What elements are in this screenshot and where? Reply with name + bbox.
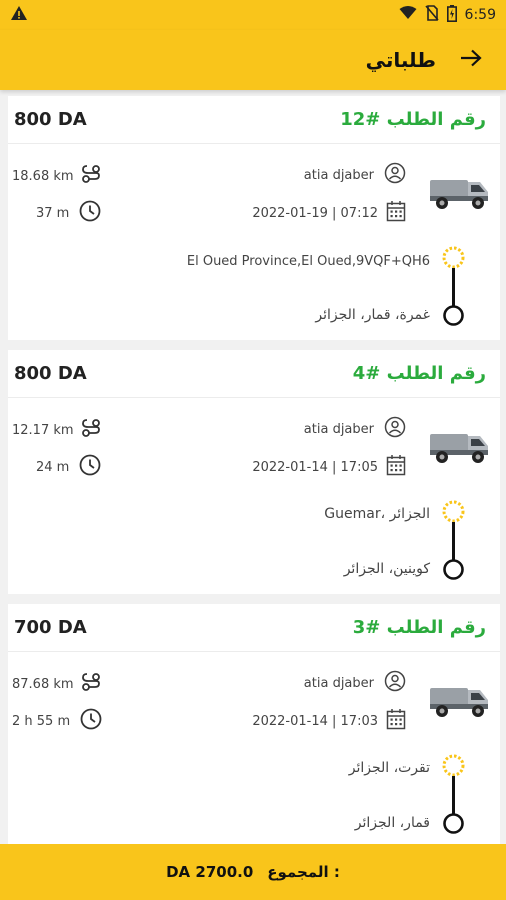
total-label: المجموع : (267, 863, 340, 881)
date-row: 2022-01-14 | 17:05 (252, 454, 406, 480)
clock-icon (79, 454, 101, 480)
order-card-header: 800 DA رقم الطلب #12 (8, 96, 500, 144)
distance-row: 87.68 km (12, 671, 102, 697)
battery-icon (446, 4, 457, 26)
calendar-icon (386, 200, 406, 226)
app-bar: طلباتي (0, 30, 506, 90)
origin-row: Guemar، الجزائر (324, 506, 430, 522)
origin-address: Guemar، الجزائر (324, 506, 430, 522)
order-card[interactable]: 800 DA رقم الطلب #4 atia djaber 2022-01-… (8, 350, 500, 594)
order-duration: 37 m (36, 205, 70, 221)
route-icon (80, 671, 102, 697)
order-distance: 18.68 km (12, 168, 74, 184)
route-timeline (442, 754, 465, 834)
order-number: رقم الطلب #12 (340, 109, 486, 130)
destination-row: كوينين، الجزائر (344, 561, 430, 577)
date-row: 2022-01-14 | 17:03 (252, 708, 406, 734)
origin-row: El Oued Province,El Oued,9VQF+QH6 (187, 254, 430, 269)
status-bar: 6:59 (0, 0, 506, 30)
order-price: 800 DA (14, 109, 87, 130)
clock-icon (80, 708, 102, 734)
order-distance: 87.68 km (12, 676, 74, 692)
truck-icon (428, 674, 492, 722)
wifi-icon (399, 6, 417, 24)
order-card-body: atia djaber 2022-01-19 | 07:12 18.68 km (8, 144, 500, 340)
order-duration: 24 m (36, 459, 70, 475)
destination-address: كوينين، الجزائر (343, 561, 430, 577)
order-card-header: 700 DA رقم الطلب #3 (8, 604, 500, 652)
total-footer: DA 2700.0 المجموع : (0, 844, 506, 900)
no-sim-icon (424, 5, 439, 25)
order-card[interactable]: 700 DA رقم الطلب #3 atia djaber 2022-01-… (8, 604, 500, 848)
order-datetime: 2022-01-19 | 07:12 (252, 205, 378, 221)
order-datetime: 2022-01-14 | 17:03 (252, 713, 378, 729)
user-icon (384, 162, 406, 188)
order-distance: 12.17 km (12, 422, 74, 438)
duration-row: 37 m (36, 200, 101, 226)
warning-icon (10, 5, 28, 25)
destination-address: قمار، الجزائر (354, 815, 430, 831)
order-price: 700 DA (14, 617, 87, 638)
date-row: 2022-01-19 | 07:12 (252, 200, 406, 226)
duration-row: 2 h 55 m (12, 708, 102, 734)
user-icon (384, 670, 406, 696)
orders-list: 800 DA رقم الطلب #12 atia djaber 2022-01… (8, 96, 500, 858)
order-card-body: atia djaber 2022-01-14 | 17:03 87.68 km … (8, 652, 500, 848)
distance-row: 12.17 km (12, 417, 102, 443)
order-number: رقم الطلب #4 (352, 363, 486, 384)
driver-row: atia djaber (304, 416, 406, 442)
route-timeline (442, 246, 465, 326)
destination-marker-icon (442, 558, 465, 585)
destination-address: غمرة، قمار، الجزائر (315, 307, 430, 323)
distance-row: 18.68 km (12, 163, 102, 189)
driver-name: atia djaber (303, 675, 374, 691)
arrow-right-icon (460, 49, 482, 71)
truck-icon (428, 420, 492, 468)
destination-marker-icon (442, 304, 465, 331)
driver-row: atia djaber (304, 162, 406, 188)
page-title: طلباتي (365, 48, 436, 72)
order-datetime: 2022-01-14 | 17:05 (252, 459, 378, 475)
driver-name: atia djaber (303, 421, 374, 437)
origin-address: تقرت، الجزائر (348, 760, 430, 776)
user-icon (384, 416, 406, 442)
order-card-body: atia djaber 2022-01-14 | 17:05 12.17 km … (8, 398, 500, 594)
order-duration: 2 h 55 m (12, 713, 71, 729)
origin-address: El Oued Province,El Oued,9VQF+QH6 (186, 254, 430, 269)
route-icon (80, 163, 102, 189)
order-number: رقم الطلب #3 (352, 617, 486, 638)
clock-icon (79, 200, 101, 226)
back-button[interactable] (458, 47, 484, 73)
calendar-icon (386, 454, 406, 480)
route-icon (80, 417, 102, 443)
driver-row: atia djaber (304, 670, 406, 696)
truck-icon (428, 166, 492, 214)
order-price: 800 DA (14, 363, 87, 384)
destination-marker-icon (442, 812, 465, 839)
order-card-header: 800 DA رقم الطلب #4 (8, 350, 500, 398)
calendar-icon (386, 708, 406, 734)
duration-row: 24 m (36, 454, 101, 480)
destination-row: غمرة، قمار، الجزائر (315, 307, 430, 323)
status-time: 6:59 (464, 7, 496, 23)
route-timeline (442, 500, 465, 580)
driver-name: atia djaber (303, 167, 374, 183)
order-card[interactable]: 800 DA رقم الطلب #12 atia djaber 2022-01… (8, 96, 500, 340)
destination-row: قمار، الجزائر (355, 815, 430, 831)
total-value: DA 2700.0 (166, 863, 254, 881)
origin-row: تقرت، الجزائر (349, 760, 430, 776)
